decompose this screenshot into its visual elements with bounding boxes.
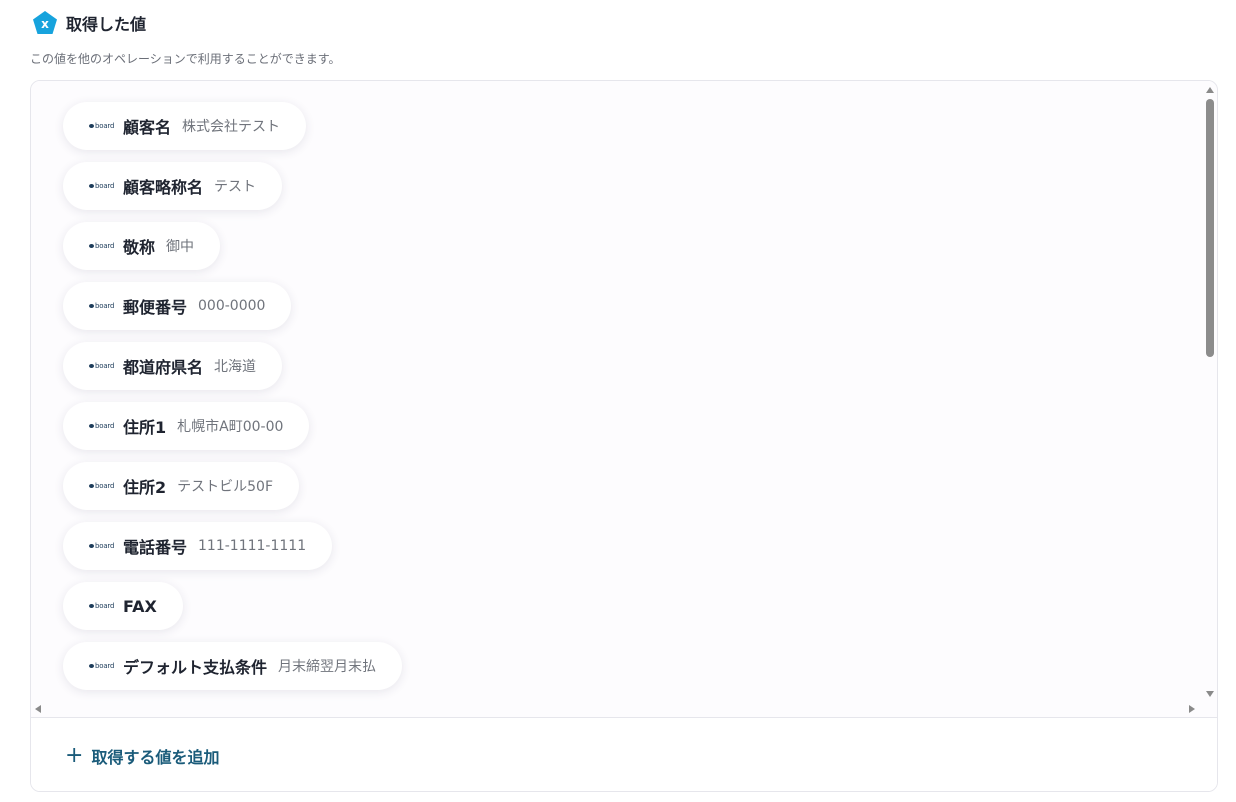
vertical-scrollbar[interactable] [1203, 81, 1217, 717]
chip-value: 111-1111-1111 [198, 538, 307, 554]
chip-label: デフォルト支払条件 [123, 658, 268, 677]
chip-value: 000-0000 [198, 298, 266, 314]
x-pentagon-icon: x [32, 10, 58, 36]
chip-value: 北海道 [214, 359, 257, 375]
chip-label: 顧客略称名 [123, 178, 204, 197]
svg-text:x: x [41, 17, 49, 31]
value-chip-customer-short-name[interactable]: board 顧客略称名 テスト [63, 162, 283, 210]
chip-value: 株式会社テスト [182, 119, 281, 135]
add-value-label: 取得する値を追加 [91, 748, 220, 767]
chip-label: 敬称 [123, 238, 156, 257]
section-header: x 取得した値 [32, 10, 146, 36]
board-logo-icon: board [89, 302, 115, 310]
value-chip-fax[interactable]: board FAX [63, 582, 183, 630]
value-chip-honorific[interactable]: board 敬称 御中 [63, 222, 221, 270]
scroll-right-arrow-icon[interactable] [1189, 705, 1195, 713]
board-logo-icon: board [89, 182, 115, 190]
board-logo-icon: board [89, 242, 115, 250]
value-chip-address1[interactable]: board 住所1 札幌市A町00-00 [63, 402, 310, 450]
board-logo-icon: board [89, 422, 115, 430]
section-description: この値を他のオペレーションで利用することができます。 [30, 52, 341, 66]
board-logo-icon: board [89, 602, 115, 610]
value-chip-payment-terms[interactable]: board デフォルト支払条件 月末締翌月末払 [63, 642, 403, 690]
board-logo-icon: board [89, 482, 115, 490]
chip-value: 札幌市A町00-00 [177, 419, 284, 435]
values-list[interactable]: board 顧客名 株式会社テスト board 顧客略称名 テスト board … [31, 81, 1217, 717]
chip-label: FAX [123, 596, 157, 616]
value-chip-phone[interactable]: board 電話番号 111-1111-1111 [63, 522, 333, 570]
scroll-down-arrow-icon[interactable] [1206, 691, 1214, 697]
chip-label: 顧客名 [123, 118, 172, 137]
value-chip-customer-name[interactable]: board 顧客名 株式会社テスト [63, 102, 307, 150]
chip-label: 都道府県名 [123, 358, 204, 377]
horizontal-scrollbar[interactable] [31, 701, 1203, 715]
values-panel: board 顧客名 株式会社テスト board 顧客略称名 テスト board … [30, 80, 1218, 792]
board-logo-icon: board [89, 362, 115, 370]
chip-label: 住所1 [123, 418, 167, 437]
board-logo-icon: board [89, 542, 115, 550]
scroll-left-arrow-icon[interactable] [35, 705, 41, 713]
value-chip-prefecture[interactable]: board 都道府県名 北海道 [63, 342, 283, 390]
add-value-button[interactable]: + 取得する値を追加 [65, 744, 219, 768]
chip-value: 御中 [166, 239, 195, 255]
value-chip-postal-code[interactable]: board 郵便番号 000-0000 [63, 282, 292, 330]
chip-label: 住所2 [123, 478, 167, 497]
plus-icon: + [65, 743, 84, 768]
scrollbar-thumb[interactable] [1206, 99, 1214, 357]
board-logo-icon: board [89, 662, 115, 670]
chip-label: 郵便番号 [123, 298, 188, 317]
chip-value: テスト [214, 179, 257, 195]
scroll-up-arrow-icon[interactable] [1206, 87, 1214, 93]
value-chip-address2[interactable]: board 住所2 テストビル50F [63, 462, 300, 510]
panel-footer: + 取得する値を追加 [31, 717, 1217, 791]
chip-value: テストビル50F [177, 479, 274, 495]
chip-label: 電話番号 [123, 538, 188, 557]
chip-value: 月末締翌月末払 [278, 659, 377, 675]
board-logo-icon: board [89, 122, 115, 130]
section-title: 取得した値 [66, 15, 147, 34]
